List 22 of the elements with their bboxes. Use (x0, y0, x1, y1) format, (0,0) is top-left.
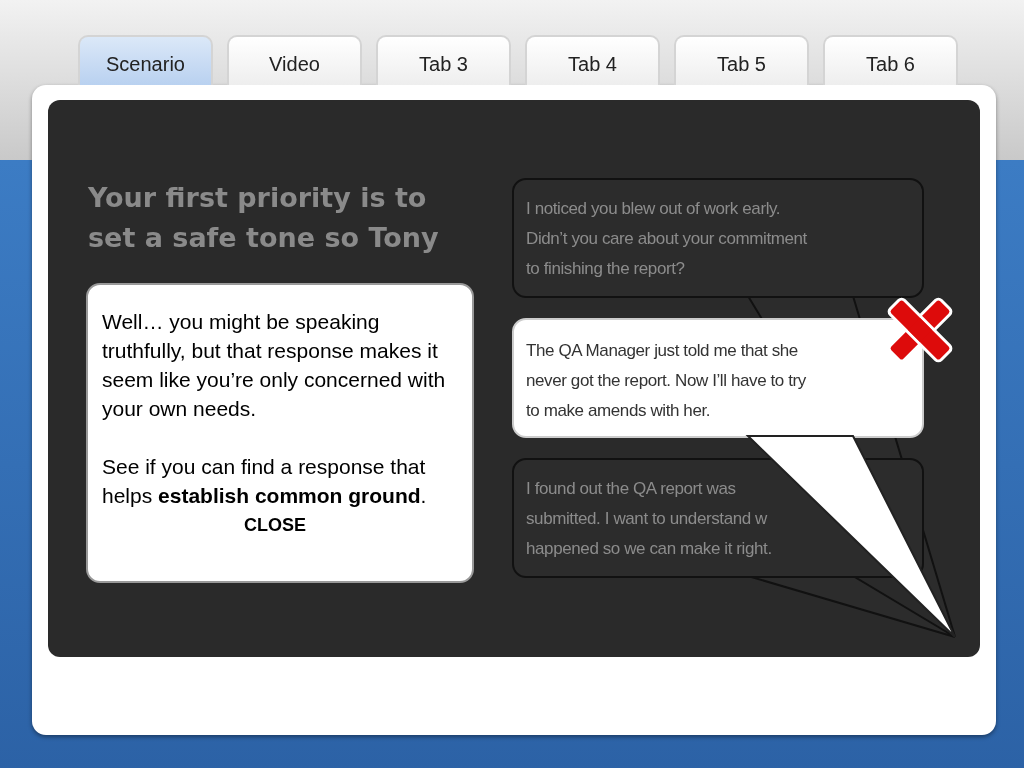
tab[interactable]: Tab 6 (823, 35, 958, 85)
response-bubble[interactable]: The QA Manager just told me that she never got the report. Now I’ll have to try to make amends with her. (512, 318, 924, 438)
tab[interactable]: Video (227, 35, 362, 85)
response-text: Didn’t you care about your commitment (526, 228, 808, 250)
response-text: I found out the QA report was (526, 478, 737, 500)
response-text: The QA Manager just told me that she (526, 340, 799, 362)
heading-line: Your first priority is to (88, 181, 428, 215)
heading-line: set a safe tone so Tony (88, 221, 440, 255)
tab[interactable]: Scenario (78, 35, 213, 85)
tab[interactable]: Tab 4 (525, 35, 660, 85)
response-text: happened so we can make it right. (526, 538, 773, 560)
response-text: I noticed you blew out of work early. (526, 198, 782, 220)
tab[interactable]: Tab 3 (376, 35, 511, 85)
tab[interactable]: Tab 5 (674, 35, 809, 85)
response-text: to finishing the report? (526, 258, 686, 280)
response-text: to make amends with her. (526, 400, 712, 422)
response-bubble[interactable]: I noticed you blew out of work early. Didn’t you care about your commitment to finishing the report? (512, 178, 924, 298)
feedback-text: Well… you might be speaking truthfully, but that response makes it seem like you’re only concerned with your own needs. (102, 309, 447, 422)
response-text: submitted. I want to understand w (526, 508, 769, 530)
feedback-text: See if you can find a response that helps establish common ground. (102, 454, 428, 509)
close-button[interactable]: CLOSE (240, 513, 310, 538)
response-text: never got the report. Now I’ll have to try (526, 370, 807, 392)
